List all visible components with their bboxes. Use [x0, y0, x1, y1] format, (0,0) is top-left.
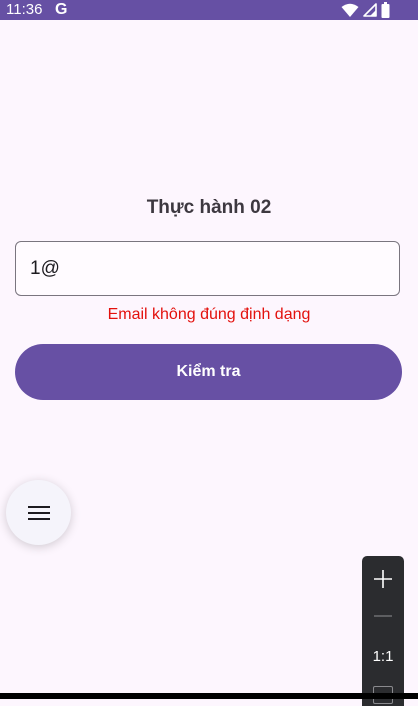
battery-icon [381, 2, 390, 18]
wifi-icon [341, 3, 359, 17]
signal-icon [363, 3, 377, 17]
email-input[interactable]: 1@ [15, 241, 400, 296]
check-button-label: Kiểm tra [176, 363, 241, 380]
status-time: 11:36 [6, 1, 43, 18]
minus-icon [374, 615, 392, 617]
menu-fab[interactable] [6, 480, 71, 545]
check-button[interactable]: Kiểm tra [15, 344, 402, 400]
google-icon: G [55, 1, 68, 18]
plus-icon [374, 570, 392, 588]
status-icons [341, 2, 390, 18]
zoom-ratio-button[interactable]: 1:1 [362, 648, 404, 666]
zoom-in-button[interactable] [362, 564, 404, 594]
page-title: Thực hành 02 [146, 197, 272, 218]
navigation-bar [0, 693, 418, 699]
zoom-controls: 1:1 [362, 556, 404, 706]
email-input-value: 1@ [30, 258, 60, 279]
email-error-message: Email không đúng định dạng [107, 306, 311, 323]
menu-icon [27, 505, 50, 520]
zoom-out-button[interactable] [362, 604, 404, 628]
status-bar: 11:36 G [0, 0, 418, 20]
